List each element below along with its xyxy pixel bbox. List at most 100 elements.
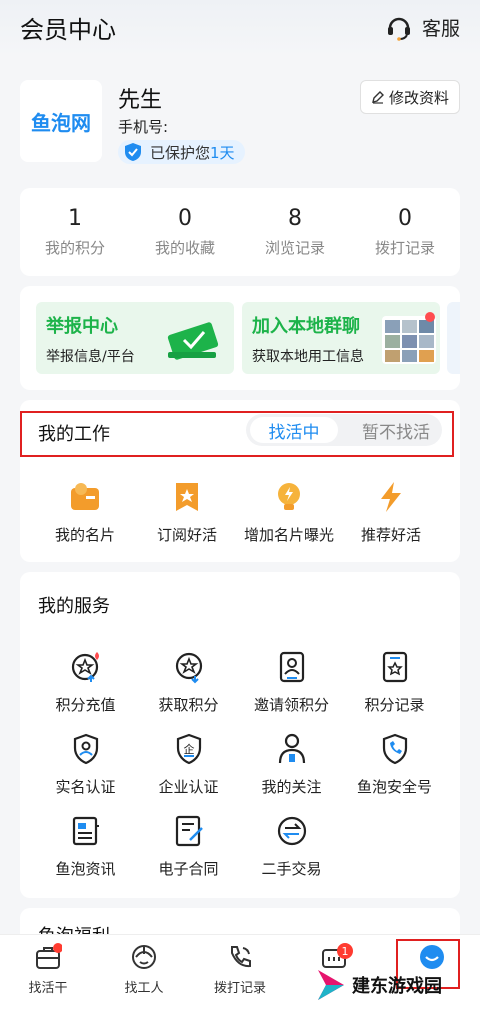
- id-verify-icon: [73, 733, 98, 765]
- profile-section: 鱼泡网 先生 手机号: 已保护您 1天 修改资料: [20, 80, 460, 180]
- edit-profile-button[interactable]: 修改资料: [359, 80, 460, 114]
- boost-card-exposure-button[interactable]: 增加名片曝光: [238, 480, 340, 545]
- stat-browse-history[interactable]: 8 浏览记录: [240, 188, 350, 276]
- stat-favorites[interactable]: 0 我的收藏: [130, 188, 240, 276]
- service-news[interactable]: 鱼泡资讯: [34, 814, 137, 896]
- page-title: 会员中心: [20, 16, 116, 44]
- service-my-follows[interactable]: 我的关注: [240, 732, 343, 814]
- stat-label: 拨打记录: [374, 239, 435, 257]
- customer-service-label: 客服: [421, 17, 460, 40]
- my-card-button[interactable]: 我的名片: [34, 480, 136, 545]
- safe-phone-icon: [382, 733, 407, 765]
- briefcase-icon: [36, 943, 62, 969]
- company-verify-icon: 企: [176, 733, 201, 765]
- stat-value: 8: [288, 206, 302, 231]
- banner-subtitle: 获取本地用工信息: [252, 349, 364, 365]
- service-get-points[interactable]: 获取积分: [137, 650, 240, 732]
- service-company-verify[interactable]: 企 企业认证: [137, 732, 240, 814]
- my-services-title: 我的服务: [38, 596, 110, 617]
- service-label: 鱼泡资讯: [55, 860, 116, 878]
- shield-icon: [125, 143, 141, 161]
- protect-badge: 已保护您 1天: [118, 140, 245, 164]
- tab-label: 找活干: [28, 981, 68, 996]
- service-second-hand[interactable]: 二手交易: [240, 814, 343, 896]
- tab-call-records[interactable]: 拨打记录: [192, 943, 288, 996]
- shortcut-label: 增加名片曝光: [243, 526, 334, 544]
- service-invite-points[interactable]: 邀请领积分: [240, 650, 343, 732]
- bookmark-star-icon: [176, 483, 198, 511]
- service-label: 积分记录: [364, 696, 425, 714]
- follow-icon: [278, 733, 305, 764]
- stat-label: 我的收藏: [154, 239, 215, 257]
- edit-profile-label: 修改资料: [388, 88, 449, 107]
- shortcut-label: 订阅好活: [156, 526, 217, 544]
- get-points-icon: [175, 652, 202, 684]
- tab-label: 找工人: [124, 981, 164, 996]
- avatar[interactable]: 鱼泡网: [20, 80, 102, 162]
- stat-call-history[interactable]: 0 拨打记录: [350, 188, 460, 276]
- my-services-card: 我的服务 积分充值 获取积分 邀请领积分 积分记录 实名认证 企 企业认证 我的…: [20, 572, 460, 898]
- svg-text:企: 企: [183, 742, 194, 756]
- trade-icon: [277, 816, 306, 846]
- stat-value: 0: [178, 206, 192, 231]
- headset-icon: [387, 17, 410, 41]
- lightning-icon: [381, 482, 401, 512]
- tab-find-workers[interactable]: 找工人: [96, 943, 192, 996]
- service-label: 获取积分: [158, 696, 219, 714]
- avatar-logo-text: 鱼泡网: [31, 110, 91, 135]
- stat-label: 浏览记录: [264, 239, 325, 257]
- service-label: 电子合同: [158, 860, 219, 878]
- local-group-chat-banner[interactable]: 加入本地群聊 获取本地用工信息: [242, 302, 440, 374]
- stat-points[interactable]: 1 我的积分: [20, 188, 130, 276]
- stat-value: 0: [398, 206, 412, 231]
- service-points-record[interactable]: 积分记录: [343, 650, 446, 732]
- subscribe-jobs-button[interactable]: 订阅好活: [136, 480, 238, 545]
- watermark: 建东游戏园: [316, 968, 442, 1002]
- work-shortcuts: 我的名片 订阅好活 增加名片曝光 推荐好活: [34, 480, 446, 545]
- user-name: 先生: [118, 88, 163, 113]
- banner-title: 加入本地群聊: [252, 316, 360, 337]
- tab-find-work[interactable]: 找活干: [0, 943, 96, 996]
- stats-card: 1 我的积分 0 我的收藏 8 浏览记录 0 拨打记录: [20, 188, 460, 276]
- banner-subtitle: 举报信息/平台: [46, 349, 135, 365]
- pencil-icon: [372, 91, 384, 104]
- points-recharge-icon: [71, 652, 99, 682]
- header: 会员中心 客服: [0, 0, 480, 56]
- bulb-icon: [278, 483, 300, 510]
- watermark-logo-icon: [318, 970, 344, 1000]
- service-label: 鱼泡安全号: [356, 778, 432, 796]
- stat-value: 1: [68, 206, 82, 231]
- service-id-verify[interactable]: 实名认证: [34, 732, 137, 814]
- tab-messages[interactable]: 1: [288, 943, 384, 971]
- shortcut-label: 我的名片: [54, 526, 115, 544]
- phone-label: 手机号:: [118, 118, 169, 136]
- services-grid: 积分充值 获取积分 邀请领积分 积分记录 实名认证 企 企业认证 我的关注 鱼泡…: [34, 650, 446, 896]
- report-ticket-icon: [167, 322, 219, 360]
- service-label: 二手交易: [261, 860, 322, 878]
- card-icon: [71, 483, 99, 510]
- highlight-box: [20, 411, 454, 457]
- report-center-banner[interactable]: 举报中心 举报信息/平台: [36, 302, 234, 374]
- points-record-icon: [382, 651, 407, 683]
- service-e-contract[interactable]: 电子合同: [137, 814, 240, 896]
- customer-service-button[interactable]: 客服: [384, 12, 460, 42]
- service-label: 我的关注: [261, 778, 322, 796]
- banner-carousel: 举报中心 举报信息/平台 加入本地群聊 获取本地用工信息: [20, 286, 460, 390]
- service-safe-number[interactable]: 鱼泡安全号: [343, 732, 446, 814]
- message-badge-count: 1: [342, 945, 349, 958]
- shortcut-label: 推荐好活: [360, 526, 421, 544]
- service-points-recharge[interactable]: 积分充值: [34, 650, 137, 732]
- news-icon: [72, 816, 99, 846]
- service-label: 积分充值: [55, 696, 116, 714]
- service-label: 企业认证: [158, 778, 219, 796]
- tab-label: 拨打记录: [213, 981, 266, 996]
- stat-label: 我的积分: [44, 239, 105, 257]
- protect-days: 1天: [210, 143, 235, 162]
- message-icon: 1: [322, 943, 353, 968]
- banner-title: 举报中心: [46, 316, 118, 337]
- service-label: 实名认证: [55, 778, 116, 796]
- recommend-jobs-button[interactable]: 推荐好活: [340, 480, 442, 545]
- next-banner-peek[interactable]: [447, 302, 460, 374]
- phone-icon: [231, 946, 251, 968]
- service-label: 邀请领积分: [253, 696, 329, 714]
